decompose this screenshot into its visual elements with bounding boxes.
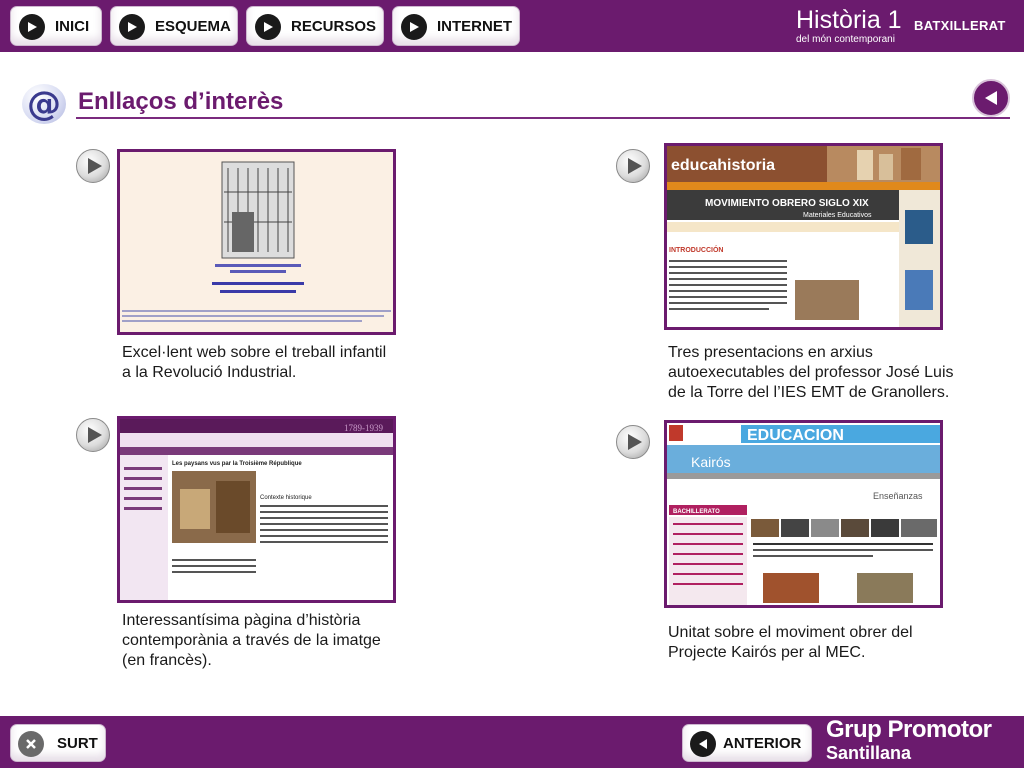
france-section: Contexte historique (260, 495, 312, 501)
description-line: Excel·lent web sobre el treball infantil (122, 344, 387, 361)
open-link-1-button[interactable] (76, 149, 110, 183)
product-brand: Història 1 BATXILLERAT del món contempor… (796, 6, 1016, 52)
link-2-thumbnail[interactable]: educahistoria MOVIMIENTO OBRERO SIGLO XI… (664, 143, 943, 330)
nav-button-label: INTERNET (437, 18, 512, 35)
open-link-2-button[interactable] (616, 149, 650, 183)
exit-button[interactable]: SURT (10, 724, 106, 762)
description-line: autoexecutables del professor José Luis (668, 364, 954, 381)
close-icon (18, 731, 44, 757)
description-line: Unitat sobre el moviment obrer del (668, 624, 913, 641)
description-line: Tres presentacions en arxius (668, 344, 873, 361)
kairos-site-preview: EDUCACION Kairós Enseñanzas BACHILLERATO (667, 423, 940, 605)
publisher-line-1: Grup Promotor (826, 716, 992, 743)
open-link-3-button[interactable] (76, 418, 110, 452)
link-4-thumbnail[interactable]: EDUCACION Kairós Enseñanzas BACHILLERATO (664, 420, 943, 608)
link-1-description: Excel·lent web sobre el treball infantil… (122, 343, 386, 383)
link-4-description: Unitat sobre el moviment obrer del Proje… (668, 623, 913, 663)
arrow-left-icon (690, 731, 716, 757)
mec-banner: EDUCACION (747, 427, 844, 444)
play-icon (627, 434, 642, 450)
publisher-logo: Grup Promotor Santillana (826, 716, 1016, 768)
open-link-4-button[interactable] (616, 425, 650, 459)
description-line: (en francès). (122, 652, 212, 669)
nav-button-recursos[interactable]: RECURSOS (246, 6, 384, 46)
child-labour-site-preview (120, 152, 393, 332)
brand-level: BATXILLERAT (914, 18, 1006, 33)
description-line: Interessantísima pàgina d’història (122, 612, 361, 629)
educahistoria-site-preview: educahistoria MOVIMIENTO OBRERO SIGLO XI… (667, 146, 940, 327)
publisher-line-2: Santillana (826, 743, 912, 763)
play-arrow-icon (19, 14, 45, 40)
nav-button-internet[interactable]: INTERNET (392, 6, 520, 46)
arrow-left-icon (985, 91, 997, 105)
link-1-thumbnail[interactable] (117, 149, 396, 335)
play-icon (87, 427, 102, 443)
educa-subbanner: Materiales Educativos (803, 212, 872, 219)
educa-section: INTRODUCCIÓN (669, 245, 723, 254)
at-sign-icon: @ (22, 84, 66, 124)
description-line: contemporània a través de la imatge (122, 632, 381, 649)
nav-button-label: ESQUEMA (155, 18, 231, 35)
france-years: 1789-1939 (344, 423, 383, 433)
link-3-thumbnail[interactable]: 1789-1939 Les paysans vus par la Troisiè… (117, 416, 396, 603)
brand-title: Història 1 (796, 6, 902, 34)
educa-banner: MOVIMIENTO OBRERO SIGLO XIX (705, 198, 869, 209)
exit-button-label: SURT (57, 735, 98, 752)
description-line: a la Revolució Industrial. (122, 364, 297, 381)
play-icon (87, 158, 102, 174)
nav-button-label: INICI (55, 18, 90, 35)
back-button[interactable] (972, 79, 1010, 117)
link-3-description: Interessantísima pàgina d’història conte… (122, 611, 381, 671)
play-arrow-icon (401, 14, 427, 40)
educa-logo: educahistoria (671, 157, 775, 174)
france-heading: Les paysans vus par la Troisième Républi… (172, 461, 302, 467)
play-arrow-icon (119, 14, 145, 40)
description-line: Projecte Kairós per al MEC. (668, 644, 866, 661)
link-2-description: Tres presentacions en arxius autoexecuta… (668, 343, 954, 403)
previous-button[interactable]: ANTERIOR (682, 724, 812, 762)
page-title: Enllaços d’interès (78, 88, 284, 115)
brand-subtitle: del món contemporani (796, 34, 895, 45)
top-navigation-bar: INICI ESQUEMA RECURSOS INTERNET Història… (0, 0, 1024, 52)
mec-kairos: Kairós (691, 454, 731, 470)
mec-ensenanzas: Enseñanzas (873, 491, 923, 501)
mec-bach: BACHILLERATO (673, 509, 720, 515)
french-history-site-preview: 1789-1939 Les paysans vus par la Troisiè… (120, 419, 393, 600)
previous-button-label: ANTERIOR (723, 735, 802, 752)
nav-button-label: RECURSOS (291, 18, 377, 35)
play-arrow-icon (255, 14, 281, 40)
nav-button-inici[interactable]: INICI (10, 6, 102, 46)
play-icon (627, 158, 642, 174)
nav-button-esquema[interactable]: ESQUEMA (110, 6, 238, 46)
title-divider (76, 117, 1010, 119)
description-line: de la Torre del l’IES EMT de Granollers. (668, 384, 950, 401)
